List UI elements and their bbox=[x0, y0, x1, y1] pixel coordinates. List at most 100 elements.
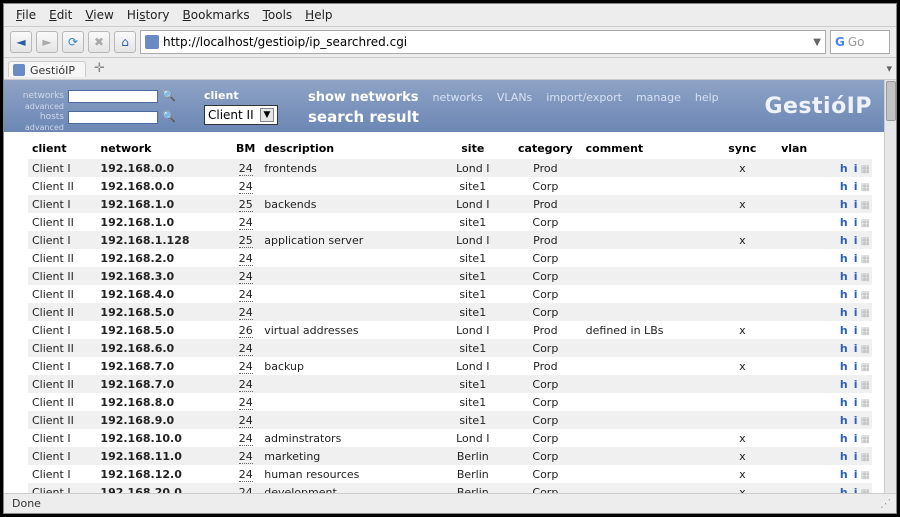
cell-network[interactable]: 192.168.7.0 bbox=[96, 357, 231, 375]
cell-bm[interactable]: 25 bbox=[231, 231, 260, 249]
table-row[interactable]: Client II192.168.4.024site1Corphi▦ bbox=[28, 285, 872, 303]
cell-bm[interactable]: 24 bbox=[231, 285, 260, 303]
cell-bm[interactable]: 24 bbox=[231, 465, 260, 483]
table-row[interactable]: Client I192.168.10.024adminstratorsLond … bbox=[28, 429, 872, 447]
action-grid-icon[interactable]: ▦ bbox=[861, 308, 868, 319]
action-hosts-icon[interactable]: h bbox=[837, 288, 851, 301]
cell-network[interactable]: 192.168.3.0 bbox=[96, 267, 231, 285]
action-grid-icon[interactable]: ▦ bbox=[861, 470, 868, 481]
menu-history[interactable]: History bbox=[121, 6, 176, 24]
action-grid-icon[interactable]: ▦ bbox=[861, 434, 868, 445]
table-row[interactable]: Client I192.168.5.026virtual addressesLo… bbox=[28, 321, 872, 339]
cell-bm[interactable]: 24 bbox=[231, 357, 260, 375]
search-hosts-advanced-link[interactable]: advanced bbox=[14, 123, 64, 132]
col-comment[interactable]: comment bbox=[582, 138, 717, 159]
cell-bm[interactable]: 24 bbox=[231, 429, 260, 447]
cell-bm[interactable]: 26 bbox=[231, 321, 260, 339]
table-row[interactable]: Client II192.168.5.024site1Corphi▦ bbox=[28, 303, 872, 321]
col-bm[interactable]: BM bbox=[231, 138, 260, 159]
action-grid-icon[interactable]: ▦ bbox=[861, 218, 868, 229]
action-info-icon[interactable]: i bbox=[851, 270, 861, 283]
cell-network[interactable]: 192.168.10.0 bbox=[96, 429, 231, 447]
action-grid-icon[interactable]: ▦ bbox=[861, 344, 868, 355]
cell-network[interactable]: 192.168.4.0 bbox=[96, 285, 231, 303]
action-info-icon[interactable]: i bbox=[851, 288, 861, 301]
table-row[interactable]: Client II192.168.1.024site1Corphi▦ bbox=[28, 213, 872, 231]
cell-network[interactable]: 192.168.1.0 bbox=[96, 195, 231, 213]
table-row[interactable]: Client I192.168.11.024marketingBerlinCor… bbox=[28, 447, 872, 465]
nav-manage[interactable]: manage bbox=[636, 91, 681, 104]
action-hosts-icon[interactable]: h bbox=[837, 234, 851, 247]
menu-bookmarks[interactable]: Bookmarks bbox=[177, 6, 256, 24]
action-info-icon[interactable]: i bbox=[851, 396, 861, 409]
tab-overflow-icon[interactable]: ▾ bbox=[886, 62, 892, 75]
action-info-icon[interactable]: i bbox=[851, 234, 861, 247]
action-hosts-icon[interactable]: h bbox=[837, 360, 851, 373]
cell-network[interactable]: 192.168.1.0 bbox=[96, 213, 231, 231]
cell-bm[interactable]: 24 bbox=[231, 339, 260, 357]
action-info-icon[interactable]: i bbox=[851, 468, 861, 481]
table-row[interactable]: Client I192.168.0.024frontendsLond IProd… bbox=[28, 159, 872, 177]
outer-scrollbar-thumb[interactable] bbox=[886, 81, 896, 121]
search-hosts-input[interactable] bbox=[68, 111, 158, 124]
url-dropdown-icon[interactable]: ▼ bbox=[813, 37, 821, 48]
nav-importexport[interactable]: import/export bbox=[546, 91, 622, 104]
back-button[interactable]: ◄ bbox=[10, 31, 32, 53]
menu-view[interactable]: View bbox=[79, 6, 119, 24]
outer-scrollbar[interactable] bbox=[884, 80, 896, 493]
action-grid-icon[interactable]: ▦ bbox=[861, 380, 868, 391]
cell-network[interactable]: 192.168.5.0 bbox=[96, 303, 231, 321]
table-row[interactable]: Client I192.168.12.024human resourcesBer… bbox=[28, 465, 872, 483]
action-grid-icon[interactable]: ▦ bbox=[861, 200, 868, 211]
cell-network[interactable]: 192.168.2.0 bbox=[96, 249, 231, 267]
cell-network[interactable]: 192.168.12.0 bbox=[96, 465, 231, 483]
reload-button[interactable]: ⟳ bbox=[62, 31, 84, 53]
menu-help[interactable]: Help bbox=[299, 6, 338, 24]
action-grid-icon[interactable]: ▦ bbox=[861, 182, 868, 193]
cell-bm[interactable]: 24 bbox=[231, 411, 260, 429]
page-scroller[interactable]: networks 🔍 advanced hosts 🔍 advanced bbox=[4, 80, 884, 493]
col-client[interactable]: client bbox=[28, 138, 96, 159]
nav-vlans[interactable]: VLANs bbox=[497, 91, 532, 104]
action-grid-icon[interactable]: ▦ bbox=[861, 362, 868, 373]
menu-edit[interactable]: Edit bbox=[43, 6, 78, 24]
table-row[interactable]: Client II192.168.2.024site1Corphi▦ bbox=[28, 249, 872, 267]
cell-bm[interactable]: 24 bbox=[231, 303, 260, 321]
action-info-icon[interactable]: i bbox=[851, 252, 861, 265]
action-grid-icon[interactable]: ▦ bbox=[861, 452, 868, 463]
table-row[interactable]: Client I192.168.20.024developmentBerlinC… bbox=[28, 483, 872, 493]
action-grid-icon[interactable]: ▦ bbox=[861, 164, 868, 175]
action-grid-icon[interactable]: ▦ bbox=[861, 290, 868, 301]
search-networks-go-icon[interactable]: 🔍 bbox=[162, 89, 176, 103]
table-row[interactable]: Client II192.168.7.024site1Corphi▦ bbox=[28, 375, 872, 393]
action-info-icon[interactable]: i bbox=[851, 432, 861, 445]
cell-bm[interactable]: 24 bbox=[231, 447, 260, 465]
action-hosts-icon[interactable]: h bbox=[837, 486, 851, 494]
action-hosts-icon[interactable]: h bbox=[837, 306, 851, 319]
cell-network[interactable]: 192.168.20.0 bbox=[96, 483, 231, 493]
table-row[interactable]: Client II192.168.0.024site1Corphi▦ bbox=[28, 177, 872, 195]
cell-bm[interactable]: 24 bbox=[231, 159, 260, 177]
cell-network[interactable]: 192.168.7.0 bbox=[96, 375, 231, 393]
cell-network[interactable]: 192.168.5.0 bbox=[96, 321, 231, 339]
menu-tools[interactable]: Tools bbox=[257, 6, 299, 24]
action-info-icon[interactable]: i bbox=[851, 360, 861, 373]
new-tab-button[interactable]: ✛ bbox=[94, 61, 105, 76]
col-network[interactable]: network bbox=[96, 138, 231, 159]
search-hosts-go-icon[interactable]: 🔍 bbox=[162, 110, 176, 124]
cell-network[interactable]: 192.168.6.0 bbox=[96, 339, 231, 357]
table-row[interactable]: Client II192.168.6.024site1Corphi▦ bbox=[28, 339, 872, 357]
action-hosts-icon[interactable]: h bbox=[837, 414, 851, 427]
home-button[interactable]: ⌂ bbox=[114, 31, 136, 53]
table-row[interactable]: Client II192.168.9.024site1Corphi▦ bbox=[28, 411, 872, 429]
cell-bm[interactable]: 24 bbox=[231, 249, 260, 267]
cell-network[interactable]: 192.168.8.0 bbox=[96, 393, 231, 411]
table-row[interactable]: Client I192.168.1.12825application serve… bbox=[28, 231, 872, 249]
action-hosts-icon[interactable]: h bbox=[837, 252, 851, 265]
action-hosts-icon[interactable]: h bbox=[837, 198, 851, 211]
cell-bm[interactable]: 24 bbox=[231, 375, 260, 393]
cell-network[interactable]: 192.168.0.0 bbox=[96, 159, 231, 177]
action-grid-icon[interactable]: ▦ bbox=[861, 488, 868, 494]
search-networks-input[interactable] bbox=[68, 90, 158, 103]
cell-bm[interactable]: 25 bbox=[231, 195, 260, 213]
